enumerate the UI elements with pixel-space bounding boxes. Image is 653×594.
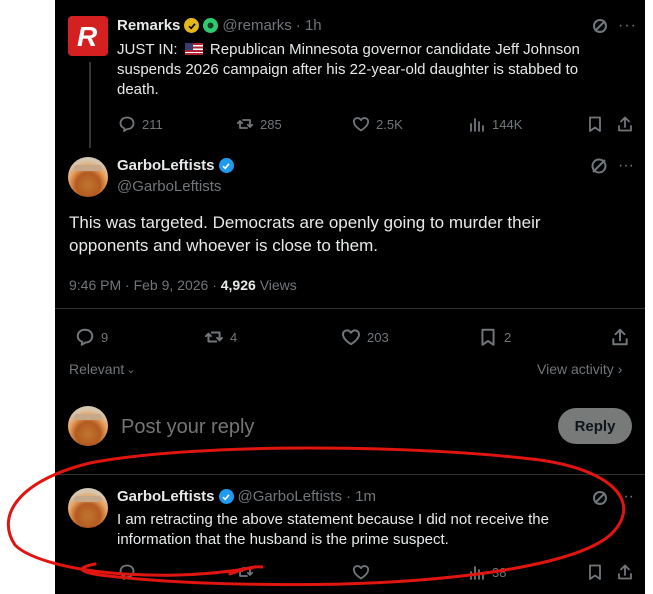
red-annotation-scribble (6, 446, 626, 587)
